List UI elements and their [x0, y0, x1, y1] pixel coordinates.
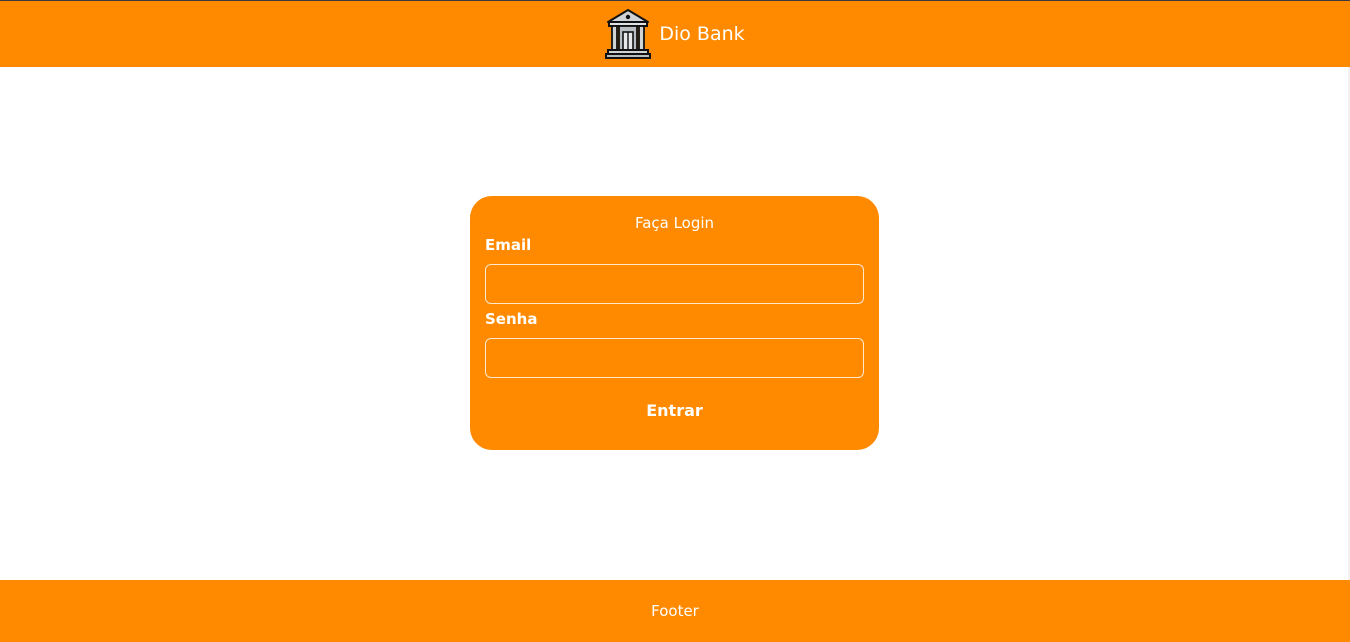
login-title: Faça Login [634, 214, 715, 232]
brand-name: Dio Bank [659, 23, 745, 45]
bank-building-icon [605, 8, 652, 60]
email-field[interactable] [485, 264, 864, 304]
email-label: Email [485, 236, 532, 254]
brand: Dio Bank [605, 8, 745, 60]
main-content: Faça Login Email Senha Entrar [0, 67, 1348, 580]
app-page: Dio Bank Faça Login Email Senha Entrar F… [0, 0, 1350, 642]
password-field[interactable] [485, 338, 864, 378]
password-label: Senha [485, 310, 538, 328]
header-bar: Dio Bank [0, 0, 1350, 67]
login-button[interactable]: Entrar [640, 400, 709, 421]
footer-text: Footer [651, 602, 699, 620]
login-card: Faça Login Email Senha Entrar [470, 196, 879, 450]
footer-bar: Footer [0, 580, 1350, 642]
